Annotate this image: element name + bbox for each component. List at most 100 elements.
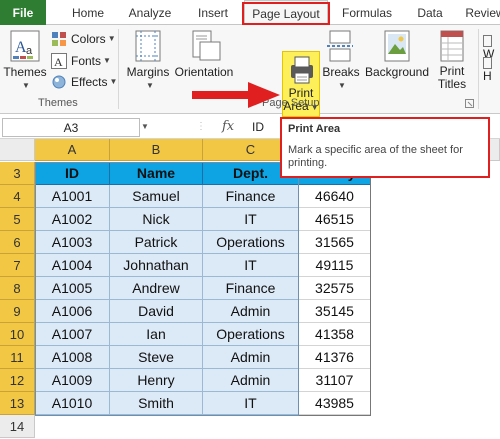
select-all-corner[interactable] [0,139,35,161]
fonts-caret-icon: ▼ [103,56,111,65]
row-header[interactable]: 10 [0,323,35,346]
svg-text:a: a [26,45,33,57]
row-header[interactable]: 11 [0,346,35,369]
print-titles-label-line2: Titles [437,77,467,91]
breaks-icon [327,30,353,62]
table-cell[interactable]: Patrick [110,231,203,254]
tab-formulas[interactable]: Formulas [336,0,398,25]
table-cell[interactable]: Henry [110,369,203,392]
table-cell[interactable]: Operations [203,323,299,346]
table-cell[interactable]: IT [203,392,299,415]
table-cell[interactable]: A1005 [35,277,110,300]
margins-label: Margins [126,65,170,79]
fonts-button[interactable]: A Fonts ▼ [51,51,111,71]
table-cell[interactable]: A1003 [35,231,110,254]
table-cell[interactable]: A1004 [35,254,110,277]
table-cell[interactable]: Steve [110,346,203,369]
themes-icon: A a [10,30,40,62]
table-cell[interactable]: 35145 [299,300,371,323]
table-cell[interactable]: Nick [110,208,203,231]
table-cell[interactable]: A1009 [35,369,110,392]
table-cell[interactable]: 46515 [299,208,371,231]
group-separator-2 [478,29,479,109]
row-header[interactable]: 8 [0,277,35,300]
header-cell[interactable]: ID [35,162,110,185]
themes-label: Themes [3,65,47,79]
row-header[interactable]: 7 [0,254,35,277]
table-cell[interactable]: IT [203,254,299,277]
table-cell[interactable]: 41358 [299,323,371,346]
breaks-label: Breaks [322,65,360,79]
table-cell[interactable]: 43985 [299,392,371,415]
row-header[interactable]: 13 [0,392,35,415]
fonts-label: Fonts [71,54,102,68]
page-layout-annotation-box [242,2,330,25]
table-cell[interactable]: Admin [203,300,299,323]
table-cell[interactable]: Operations [203,231,299,254]
table-cell[interactable]: Finance [203,277,299,300]
header-cell[interactable]: Name [110,162,203,185]
row-header[interactable]: 5 [0,208,35,231]
table-cell[interactable]: A1007 [35,323,110,346]
themes-caret-icon: ▼ [22,81,30,90]
insert-function-icon[interactable]: fx [222,119,234,134]
table-cell[interactable]: A1001 [35,185,110,208]
table-cell[interactable]: A1010 [35,392,110,415]
colors-button[interactable]: Colors ▼ [51,29,116,49]
table-cell[interactable]: A1008 [35,346,110,369]
tab-home[interactable]: Home [66,0,110,25]
colors-label: Colors [71,32,106,46]
ribbon: A a Themes ▼ Colors ▼ A Fonts ▼ Effects ▼ T… [0,25,500,117]
table-cell[interactable]: 49115 [299,254,371,277]
effects-button[interactable]: Effects ▼ [51,72,117,92]
table-cell[interactable]: Admin [203,369,299,392]
fonts-icon: A [51,53,67,69]
name-box[interactable]: A3 [2,118,140,137]
orientation-label: Orientation [174,65,234,79]
row-header[interactable]: 4 [0,185,35,208]
row-header[interactable]: 6 [0,231,35,254]
height-icon [483,56,492,69]
effects-icon [52,75,66,89]
background-label: Background [364,65,430,79]
width-icon [483,34,492,47]
column-header-a[interactable]: A [35,139,110,161]
table-cell[interactable]: A1006 [35,300,110,323]
formula-input[interactable]: ID [252,120,264,134]
table-cell[interactable]: 31107 [299,369,371,392]
print-area-tooltip: Print Area Mark a specific area of the s… [280,117,490,178]
table-cell[interactable]: A1002 [35,208,110,231]
table-cell[interactable]: 41376 [299,346,371,369]
table-cell[interactable]: Finance [203,185,299,208]
group-separator [118,29,119,109]
height-label-partial[interactable]: H [483,55,500,83]
table-cell[interactable]: IT [203,208,299,231]
row-header[interactable]: 12 [0,369,35,392]
tab-review[interactable]: Review [460,0,500,25]
table-cell[interactable]: Admin [203,346,299,369]
table-cell[interactable]: Smith [110,392,203,415]
table-cell[interactable]: Samuel [110,185,203,208]
tab-analyze[interactable]: Analyze [122,0,178,25]
svg-text:A: A [54,55,63,69]
background-icon [384,30,410,62]
page-setup-dialog-launcher-icon[interactable] [465,99,474,108]
row-header[interactable]: 14 [0,415,35,438]
height-letter: H [483,69,492,83]
table-cell[interactable]: David [110,300,203,323]
tab-file[interactable]: File [0,0,46,25]
formula-bar-separator-dots: ⋮ [196,121,206,132]
table-cell[interactable]: 46640 [299,185,371,208]
table-cell[interactable]: Johnathan [110,254,203,277]
table-cell[interactable]: 32575 [299,277,371,300]
table-cell[interactable]: Ian [110,323,203,346]
tab-data[interactable]: Data [410,0,450,25]
table-cell[interactable]: 31565 [299,231,371,254]
row-header[interactable]: 3 [0,162,35,185]
themes-group-label: Themes [38,97,78,109]
tab-insert[interactable]: Insert [190,0,236,25]
row-header[interactable]: 9 [0,300,35,323]
name-box-dropdown-icon[interactable]: ▼ [141,122,149,131]
column-header-b[interactable]: B [110,139,203,161]
table-cell[interactable]: Andrew [110,277,203,300]
